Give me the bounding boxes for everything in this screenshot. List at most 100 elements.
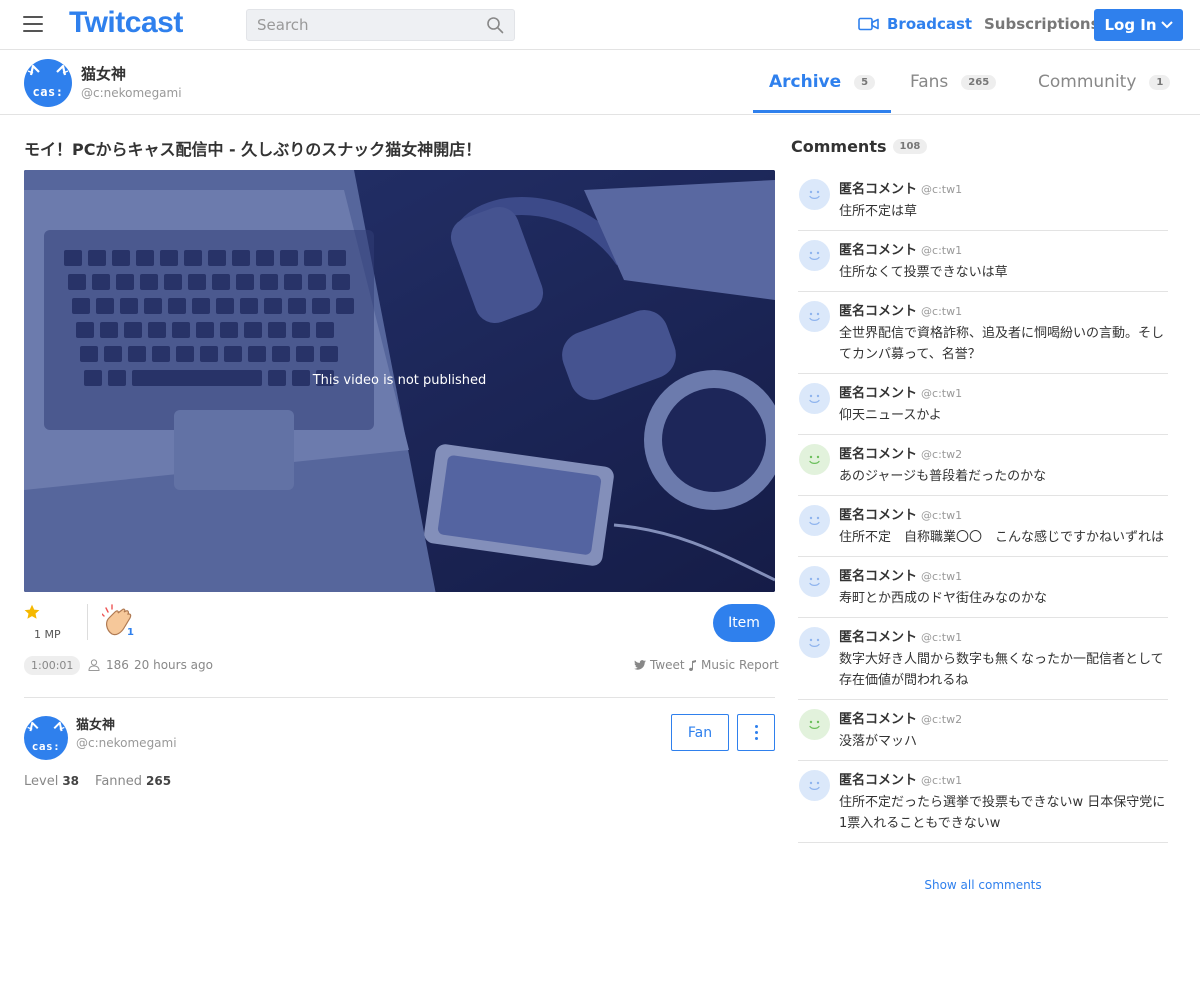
comment-author[interactable]: 匿名コメント: [839, 630, 917, 645]
avatar-text: cas:: [31, 740, 61, 753]
comment-handle: @c:tw2: [921, 448, 963, 461]
tab-label: Archive: [769, 72, 842, 92]
comment-list: 匿名コメント @c:tw1 住所不定は草 匿名コメント @c:tw1 住所なくて投票できな…: [798, 170, 1168, 843]
comment-text: 寿町とか西成のドヤ街住みなのかな: [839, 591, 1048, 606]
menu-icon[interactable]: [23, 16, 43, 32]
comment-avatar-icon[interactable]: [799, 179, 830, 210]
comment-text: 住所不定 自称職業〇〇 こんな感じですかねいずれは: [839, 530, 1165, 545]
music-report-link[interactable]: Music Report: [689, 658, 779, 672]
fanned-label: Fanned: [95, 774, 143, 789]
comment-handle: @c:tw1: [921, 183, 963, 196]
dot: [754, 737, 758, 740]
site-logo[interactable]: Twitcast: [69, 6, 183, 40]
search-box: [246, 9, 515, 41]
comment-item: 匿名コメント @c:tw1 住所不定は草: [798, 170, 1168, 231]
music-note-icon: [689, 659, 696, 671]
fanned-stat: Fanned 265: [95, 774, 171, 789]
comment-meta: 匿名コメント @c:tw1: [839, 239, 1168, 258]
mp-count: 1 MP: [34, 628, 61, 641]
comment-avatar-icon[interactable]: [799, 383, 830, 414]
comment-avatar-icon[interactable]: [799, 505, 830, 536]
comment-item: 匿名コメント @c:tw1 全世界配信で資格詐称、追及者に恫喝紛いの言動。そしてカン…: [798, 292, 1168, 374]
comment-meta: 匿名コメント @c:tw1: [839, 626, 1168, 645]
divider: [87, 604, 88, 640]
comment-meta: 匿名コメント @c:tw1: [839, 178, 1168, 197]
user-handle: @c:nekomegami: [81, 86, 182, 100]
dot: [754, 725, 758, 728]
movie-title: モイ！PCからキャス配信中 - 久しぶりのスナック猫女神開店！: [24, 140, 482, 159]
comment-item: 匿名コメント @c:tw1 仰天ニュースかよ: [798, 374, 1168, 435]
comment-handle: @c:tw2: [921, 713, 963, 726]
search-input[interactable]: [247, 10, 482, 40]
person-icon: [88, 659, 100, 671]
tweet-link[interactable]: Tweet: [634, 658, 685, 672]
comment-avatar-icon[interactable]: [799, 566, 830, 597]
user-bar: cas: 猫女神 @c:nekomegami Archive 5 Fans 26…: [0, 50, 1200, 115]
cat-ears-icon: [27, 64, 69, 76]
comment-avatar-icon[interactable]: [799, 770, 830, 801]
comment-avatar-icon[interactable]: [799, 301, 830, 332]
broadcast-label: Broadcast: [887, 15, 973, 33]
comment-meta: 匿名コメント @c:tw2: [839, 708, 1168, 727]
comment-handle: @c:tw1: [921, 570, 963, 583]
twitter-bird-icon: [634, 660, 646, 670]
comment-author[interactable]: 匿名コメント: [839, 569, 917, 584]
search-icon[interactable]: [486, 16, 504, 34]
comment-avatar-icon[interactable]: [799, 444, 830, 475]
tab-fans[interactable]: Fans 265: [910, 72, 997, 92]
comment-author[interactable]: 匿名コメント: [839, 182, 917, 197]
avatar-text: cas:: [32, 85, 64, 99]
user-name[interactable]: 猫女神: [81, 63, 126, 84]
more-options-button[interactable]: [737, 714, 775, 751]
duration-badge: 1:00:01: [24, 656, 81, 675]
owner-stats: Level 38 Fanned 265: [24, 774, 171, 789]
comment-author[interactable]: 匿名コメント: [839, 712, 917, 727]
comment-text: 住所なくて投票できないは草: [839, 265, 1008, 280]
comment-text: 没落がマッハ: [839, 734, 918, 749]
owner-handle: @c:nekomegami: [76, 736, 177, 750]
comment-item: 匿名コメント @c:tw2 あのジャージも普段着だったのかな: [798, 435, 1168, 496]
comment-item: 匿名コメント @c:tw1 住所不定 自称職業〇〇 こんな感じですかねいずれは: [798, 496, 1168, 557]
comment-handle: @c:tw1: [921, 305, 963, 318]
tab-community[interactable]: Community 1: [1038, 72, 1171, 92]
comment-author[interactable]: 匿名コメント: [839, 386, 917, 401]
divider: [24, 697, 775, 698]
tweet-label: Tweet: [650, 658, 685, 672]
show-all-comments-link[interactable]: Show all comments: [798, 878, 1168, 892]
time-ago: 20 hours ago: [134, 658, 213, 672]
comment-meta: 匿名コメント @c:tw1: [839, 382, 1168, 401]
fan-button[interactable]: Fan: [671, 714, 729, 751]
broadcast-link[interactable]: Broadcast: [858, 15, 972, 33]
cat-ears-icon: [27, 721, 65, 732]
star-icon[interactable]: [24, 604, 40, 620]
comment-avatar-icon[interactable]: [799, 240, 830, 271]
comment-handle: @c:tw1: [921, 244, 963, 257]
tab-count: 265: [961, 74, 997, 90]
tab-label: Fans: [910, 72, 949, 92]
comment-handle: @c:tw1: [921, 387, 963, 400]
viewer-count: 186: [88, 658, 129, 672]
subscriptions-link[interactable]: Subscriptions: [984, 15, 1100, 33]
comments-title: Comments: [791, 137, 887, 156]
comment-meta: 匿名コメント @c:tw2: [839, 443, 1168, 462]
level-label: Level: [24, 774, 59, 789]
comment-avatar-icon[interactable]: [799, 627, 830, 658]
tab-archive[interactable]: Archive 5: [752, 72, 892, 113]
item-button[interactable]: Item: [713, 604, 775, 642]
comment-author[interactable]: 匿名コメント: [839, 773, 917, 788]
comment-author[interactable]: 匿名コメント: [839, 243, 917, 258]
comment-author[interactable]: 匿名コメント: [839, 447, 917, 462]
comment-author[interactable]: 匿名コメント: [839, 304, 917, 319]
chevron-down-icon: [1160, 21, 1173, 29]
login-button[interactable]: Log In: [1094, 9, 1183, 41]
comment-text: 全世界配信で資格詐称、追及者に恫喝紛いの言動。そしてカンパ募って、名誉？: [839, 326, 1165, 362]
comment-avatar-icon[interactable]: [799, 709, 830, 740]
level-stat: Level 38: [24, 774, 79, 789]
owner-name[interactable]: 猫女神: [76, 714, 115, 733]
comment-handle: @c:tw1: [921, 774, 963, 787]
avatar[interactable]: cas:: [24, 59, 72, 107]
avatar[interactable]: cas:: [24, 716, 68, 760]
comment-author[interactable]: 匿名コメント: [839, 508, 917, 523]
video-player[interactable]: This video is not published: [24, 170, 775, 592]
comment-item: 匿名コメント @c:tw1 住所なくて投票できないは草: [798, 231, 1168, 292]
